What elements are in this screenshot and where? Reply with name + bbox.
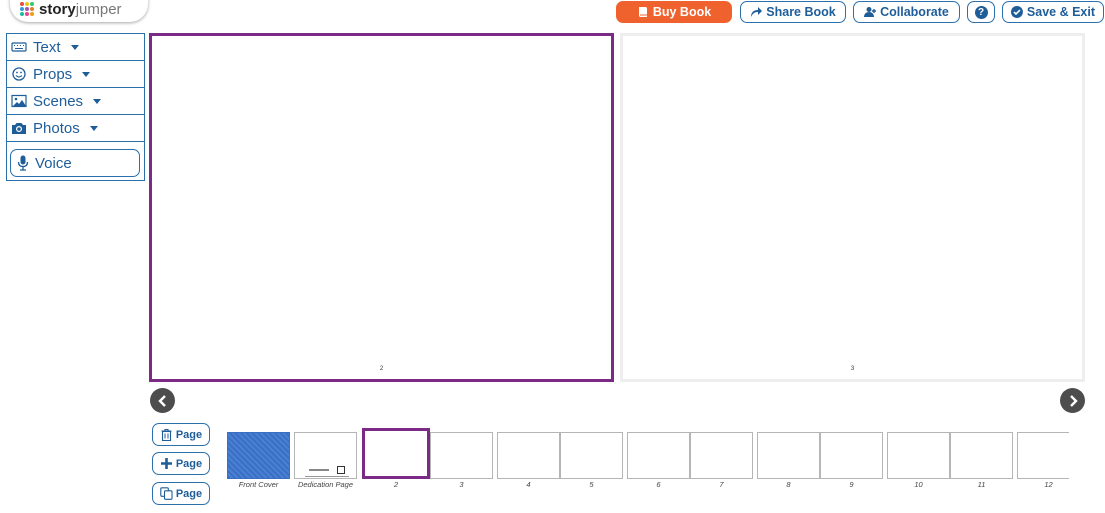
thumbnail-label: Front Cover [238,480,279,489]
thumbnail-page-2-selected[interactable] [362,428,430,479]
trash-icon [161,428,172,441]
chevron-down-icon [82,71,91,77]
smiley-icon [12,67,26,81]
sidebar-item-label: Text [33,38,61,56]
thumbnail-label: 10 [914,480,923,489]
chevron-down-icon [70,44,79,50]
thumbnail-page-4[interactable] [497,432,560,479]
thumbnail-label: 5 [589,480,594,489]
thumbnail-page-11[interactable] [950,432,1013,479]
delete-page-label: Page [175,428,203,441]
collaborate-label: Collaborate [880,5,949,19]
delete-page-button[interactable]: Page [152,423,210,446]
left-tool-menu: Text Props Scenes Photos Voice [6,33,145,181]
thumbnail-page-9[interactable] [820,432,883,479]
thumbnail-front-cover[interactable] [227,432,290,479]
buy-book-label: Buy Book [652,5,712,19]
sidebar-item-props[interactable]: Props [7,61,144,88]
sidebar-item-photos[interactable]: Photos [7,115,144,142]
chevron-right-icon [1069,394,1078,407]
logo-text-story: story [39,0,76,18]
share-book-button[interactable]: Share Book [740,1,846,23]
voice-button[interactable]: Voice [10,149,140,177]
dedication-preview-line [305,476,349,477]
thumbnail-page-12[interactable] [1017,432,1069,479]
thumbnail-page-7[interactable] [690,432,753,479]
storyjumper-mark-icon [337,466,345,474]
copy-icon [160,487,173,500]
chevron-left-icon [157,394,166,407]
next-page-button[interactable] [1060,388,1085,413]
thumbnail-label: 12 [1044,480,1053,489]
buy-book-button[interactable]: Buy Book [616,1,732,23]
page-number: 2 [379,366,384,372]
sidebar-item-label: Photos [33,119,80,137]
help-button[interactable]: ? [967,1,995,23]
voice-label: Voice [35,154,72,172]
thumbnail-page-10[interactable] [887,432,950,479]
image-icon [11,94,27,108]
thumbnail-label: 8 [786,480,791,489]
thumbnail-label: 6 [656,480,661,489]
thumbnail-page-6[interactable] [627,432,690,479]
duplicate-page-label: Page [175,487,203,500]
logo-text-jumper: jumper [75,0,122,18]
collaborate-button[interactable]: Collaborate [853,1,960,23]
dedication-preview-text [309,469,329,471]
share-book-label: Share Book [766,5,836,19]
logo-dots-icon [20,2,34,16]
camera-icon [12,123,26,134]
previous-page-button[interactable] [150,388,175,413]
thumbnail-page-8[interactable] [757,432,820,479]
book-icon [638,7,647,17]
check-circle-icon [1011,6,1023,18]
sidebar-item-label: Scenes [33,92,84,110]
save-exit-label: Save & Exit [1026,5,1095,19]
add-page-label: Page [175,457,203,470]
thumbnail-page-5[interactable] [560,432,623,479]
plus-icon [160,458,172,469]
sidebar-item-text[interactable]: Text [7,34,144,61]
save-exit-button[interactable]: Save & Exit [1002,1,1104,23]
keyboard-icon [11,42,27,52]
thumbnail-label: 7 [719,480,724,489]
thumbnail-page-3[interactable] [430,432,493,479]
page-number: 3 [850,366,855,372]
thumbnail-label: 2 [393,480,399,489]
thumbnail-label: 9 [849,480,854,489]
microphone-icon [17,155,29,171]
left-page-canvas[interactable]: 2 [149,33,614,382]
sidebar-item-label: Props [33,65,73,83]
chevron-down-icon [89,125,98,131]
sidebar-item-scenes[interactable]: Scenes [7,88,144,115]
storyjumper-logo: story jumper [10,0,148,22]
thumbnail-label: 4 [526,480,531,489]
thumbnail-label: 11 [977,480,986,489]
help-icon: ? [974,5,988,19]
chevron-down-icon [93,98,102,104]
right-page-canvas[interactable]: 3 [620,33,1085,382]
thumbnail-label: 3 [459,480,464,489]
share-arrow-icon [751,7,763,17]
thumbnail-label: Dedication Page [297,480,354,489]
add-user-icon [864,7,877,17]
add-page-button[interactable]: Page [152,452,210,475]
thumbnail-dedication-page[interactable] [294,432,357,479]
duplicate-page-button[interactable]: Page [152,482,210,505]
